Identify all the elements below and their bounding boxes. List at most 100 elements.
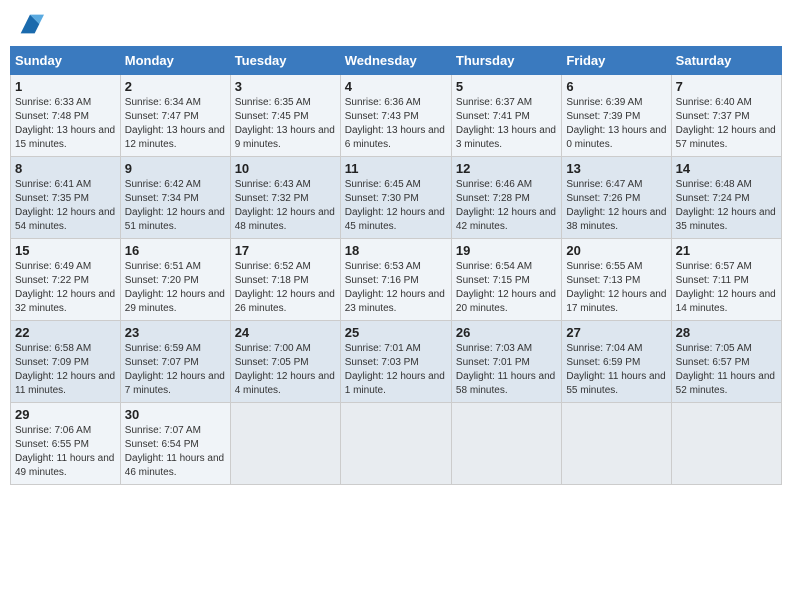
calendar-cell bbox=[671, 403, 781, 485]
calendar-cell: 4 Sunrise: 6:36 AMSunset: 7:43 PMDayligh… bbox=[340, 75, 451, 157]
calendar-week-row: 15 Sunrise: 6:49 AMSunset: 7:22 PMDaylig… bbox=[11, 239, 782, 321]
day-number: 16 bbox=[125, 243, 226, 258]
calendar-cell: 19 Sunrise: 6:54 AMSunset: 7:15 PMDaylig… bbox=[451, 239, 561, 321]
day-info: Sunrise: 6:47 AMSunset: 7:26 PMDaylight:… bbox=[566, 179, 666, 232]
day-number: 26 bbox=[456, 325, 557, 340]
day-number: 17 bbox=[235, 243, 336, 258]
day-info: Sunrise: 7:05 AMSunset: 6:57 PMDaylight:… bbox=[676, 343, 775, 396]
day-number: 19 bbox=[456, 243, 557, 258]
calendar-week-row: 1 Sunrise: 6:33 AMSunset: 7:48 PMDayligh… bbox=[11, 75, 782, 157]
day-number: 21 bbox=[676, 243, 777, 258]
calendar-cell: 24 Sunrise: 7:00 AMSunset: 7:05 PMDaylig… bbox=[230, 321, 340, 403]
calendar-cell: 27 Sunrise: 7:04 AMSunset: 6:59 PMDaylig… bbox=[562, 321, 671, 403]
calendar-cell: 13 Sunrise: 6:47 AMSunset: 7:26 PMDaylig… bbox=[562, 157, 671, 239]
day-info: Sunrise: 6:57 AMSunset: 7:11 PMDaylight:… bbox=[676, 261, 776, 314]
calendar-cell: 12 Sunrise: 6:46 AMSunset: 7:28 PMDaylig… bbox=[451, 157, 561, 239]
calendar-cell: 18 Sunrise: 6:53 AMSunset: 7:16 PMDaylig… bbox=[340, 239, 451, 321]
calendar-cell: 21 Sunrise: 6:57 AMSunset: 7:11 PMDaylig… bbox=[671, 239, 781, 321]
calendar-week-row: 8 Sunrise: 6:41 AMSunset: 7:35 PMDayligh… bbox=[11, 157, 782, 239]
day-info: Sunrise: 6:49 AMSunset: 7:22 PMDaylight:… bbox=[15, 261, 115, 314]
day-info: Sunrise: 6:40 AMSunset: 7:37 PMDaylight:… bbox=[676, 97, 776, 150]
day-info: Sunrise: 6:58 AMSunset: 7:09 PMDaylight:… bbox=[15, 343, 115, 396]
day-info: Sunrise: 6:43 AMSunset: 7:32 PMDaylight:… bbox=[235, 179, 335, 232]
day-info: Sunrise: 7:04 AMSunset: 6:59 PMDaylight:… bbox=[566, 343, 665, 396]
header-monday: Monday bbox=[120, 47, 230, 75]
header-thursday: Thursday bbox=[451, 47, 561, 75]
day-number: 12 bbox=[456, 161, 557, 176]
calendar-cell: 5 Sunrise: 6:37 AMSunset: 7:41 PMDayligh… bbox=[451, 75, 561, 157]
calendar-cell: 26 Sunrise: 7:03 AMSunset: 7:01 PMDaylig… bbox=[451, 321, 561, 403]
calendar-week-row: 29 Sunrise: 7:06 AMSunset: 6:55 PMDaylig… bbox=[11, 403, 782, 485]
day-number: 22 bbox=[15, 325, 116, 340]
day-number: 9 bbox=[125, 161, 226, 176]
day-number: 20 bbox=[566, 243, 666, 258]
calendar-cell bbox=[340, 403, 451, 485]
header-friday: Friday bbox=[562, 47, 671, 75]
calendar-header-row: SundayMondayTuesdayWednesdayThursdayFrid… bbox=[11, 47, 782, 75]
logo-icon bbox=[16, 10, 44, 38]
day-number: 23 bbox=[125, 325, 226, 340]
calendar-cell bbox=[230, 403, 340, 485]
calendar-cell: 15 Sunrise: 6:49 AMSunset: 7:22 PMDaylig… bbox=[11, 239, 121, 321]
day-info: Sunrise: 7:03 AMSunset: 7:01 PMDaylight:… bbox=[456, 343, 555, 396]
calendar-cell: 23 Sunrise: 6:59 AMSunset: 7:07 PMDaylig… bbox=[120, 321, 230, 403]
day-info: Sunrise: 6:54 AMSunset: 7:15 PMDaylight:… bbox=[456, 261, 556, 314]
day-number: 4 bbox=[345, 79, 447, 94]
calendar-cell: 16 Sunrise: 6:51 AMSunset: 7:20 PMDaylig… bbox=[120, 239, 230, 321]
calendar-week-row: 22 Sunrise: 6:58 AMSunset: 7:09 PMDaylig… bbox=[11, 321, 782, 403]
calendar-cell: 30 Sunrise: 7:07 AMSunset: 6:54 PMDaylig… bbox=[120, 403, 230, 485]
day-info: Sunrise: 7:00 AMSunset: 7:05 PMDaylight:… bbox=[235, 343, 335, 396]
calendar-cell: 9 Sunrise: 6:42 AMSunset: 7:34 PMDayligh… bbox=[120, 157, 230, 239]
day-info: Sunrise: 6:36 AMSunset: 7:43 PMDaylight:… bbox=[345, 97, 445, 150]
calendar-cell: 29 Sunrise: 7:06 AMSunset: 6:55 PMDaylig… bbox=[11, 403, 121, 485]
day-number: 5 bbox=[456, 79, 557, 94]
day-number: 2 bbox=[125, 79, 226, 94]
day-info: Sunrise: 6:45 AMSunset: 7:30 PMDaylight:… bbox=[345, 179, 445, 232]
day-number: 27 bbox=[566, 325, 666, 340]
day-info: Sunrise: 6:51 AMSunset: 7:20 PMDaylight:… bbox=[125, 261, 225, 314]
day-info: Sunrise: 6:46 AMSunset: 7:28 PMDaylight:… bbox=[456, 179, 556, 232]
header-saturday: Saturday bbox=[671, 47, 781, 75]
day-number: 13 bbox=[566, 161, 666, 176]
calendar-cell: 8 Sunrise: 6:41 AMSunset: 7:35 PMDayligh… bbox=[11, 157, 121, 239]
day-info: Sunrise: 7:01 AMSunset: 7:03 PMDaylight:… bbox=[345, 343, 445, 396]
day-number: 11 bbox=[345, 161, 447, 176]
day-number: 29 bbox=[15, 407, 116, 422]
day-number: 8 bbox=[15, 161, 116, 176]
logo bbox=[14, 10, 44, 38]
calendar-table: SundayMondayTuesdayWednesdayThursdayFrid… bbox=[10, 46, 782, 485]
day-number: 1 bbox=[15, 79, 116, 94]
day-number: 24 bbox=[235, 325, 336, 340]
day-number: 7 bbox=[676, 79, 777, 94]
day-info: Sunrise: 6:33 AMSunset: 7:48 PMDaylight:… bbox=[15, 97, 115, 150]
calendar-cell: 2 Sunrise: 6:34 AMSunset: 7:47 PMDayligh… bbox=[120, 75, 230, 157]
day-info: Sunrise: 6:42 AMSunset: 7:34 PMDaylight:… bbox=[125, 179, 225, 232]
day-number: 15 bbox=[15, 243, 116, 258]
day-info: Sunrise: 6:41 AMSunset: 7:35 PMDaylight:… bbox=[15, 179, 115, 232]
day-number: 25 bbox=[345, 325, 447, 340]
calendar-cell: 20 Sunrise: 6:55 AMSunset: 7:13 PMDaylig… bbox=[562, 239, 671, 321]
day-info: Sunrise: 6:55 AMSunset: 7:13 PMDaylight:… bbox=[566, 261, 666, 314]
header bbox=[10, 10, 782, 38]
calendar-cell: 28 Sunrise: 7:05 AMSunset: 6:57 PMDaylig… bbox=[671, 321, 781, 403]
day-info: Sunrise: 6:59 AMSunset: 7:07 PMDaylight:… bbox=[125, 343, 225, 396]
day-info: Sunrise: 6:34 AMSunset: 7:47 PMDaylight:… bbox=[125, 97, 225, 150]
day-number: 18 bbox=[345, 243, 447, 258]
calendar-cell: 14 Sunrise: 6:48 AMSunset: 7:24 PMDaylig… bbox=[671, 157, 781, 239]
day-info: Sunrise: 6:53 AMSunset: 7:16 PMDaylight:… bbox=[345, 261, 445, 314]
day-number: 14 bbox=[676, 161, 777, 176]
day-info: Sunrise: 6:37 AMSunset: 7:41 PMDaylight:… bbox=[456, 97, 556, 150]
calendar-cell: 25 Sunrise: 7:01 AMSunset: 7:03 PMDaylig… bbox=[340, 321, 451, 403]
calendar-cell: 7 Sunrise: 6:40 AMSunset: 7:37 PMDayligh… bbox=[671, 75, 781, 157]
calendar-cell: 6 Sunrise: 6:39 AMSunset: 7:39 PMDayligh… bbox=[562, 75, 671, 157]
calendar-cell: 11 Sunrise: 6:45 AMSunset: 7:30 PMDaylig… bbox=[340, 157, 451, 239]
day-info: Sunrise: 6:39 AMSunset: 7:39 PMDaylight:… bbox=[566, 97, 666, 150]
calendar-cell: 1 Sunrise: 6:33 AMSunset: 7:48 PMDayligh… bbox=[11, 75, 121, 157]
day-info: Sunrise: 6:48 AMSunset: 7:24 PMDaylight:… bbox=[676, 179, 776, 232]
calendar-cell bbox=[451, 403, 561, 485]
calendar-cell: 3 Sunrise: 6:35 AMSunset: 7:45 PMDayligh… bbox=[230, 75, 340, 157]
day-number: 28 bbox=[676, 325, 777, 340]
calendar-cell bbox=[562, 403, 671, 485]
day-info: Sunrise: 7:06 AMSunset: 6:55 PMDaylight:… bbox=[15, 425, 114, 478]
day-number: 30 bbox=[125, 407, 226, 422]
